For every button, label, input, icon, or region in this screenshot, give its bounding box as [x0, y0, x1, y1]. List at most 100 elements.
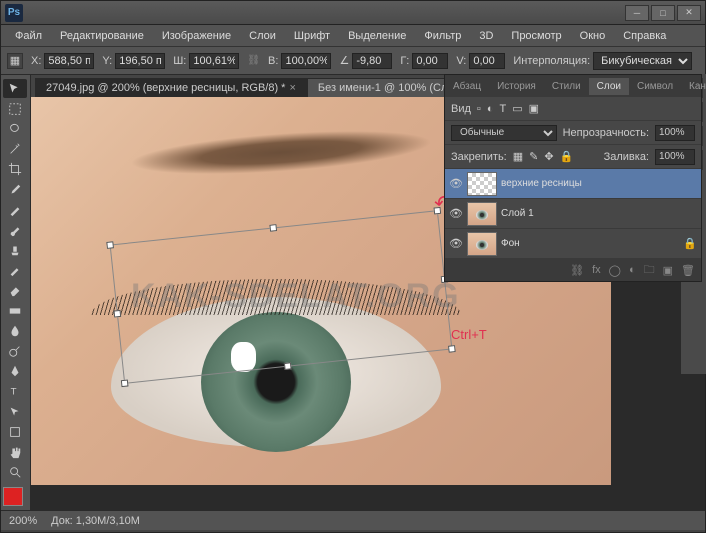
layer-name[interactable]: Фон [501, 238, 679, 249]
type-tool[interactable]: T [3, 382, 27, 401]
menu-window[interactable]: Окно [572, 27, 614, 45]
filter-adjust-icon[interactable]: ◐ [487, 103, 494, 115]
w-label: Ш: [173, 55, 186, 67]
window-minimize-button[interactable]: ─ [625, 5, 649, 21]
layers-list: 👁 верхние ресницы 👁 Слой 1 👁 Фон 🔒 [445, 169, 701, 259]
fx-icon[interactable]: fx [592, 264, 601, 276]
zoom-level[interactable]: 200% [9, 515, 37, 527]
reference-point-icon[interactable]: ▦ [7, 53, 23, 69]
filter-pixel-icon[interactable]: ▫ [477, 103, 481, 115]
transform-handle-tl[interactable] [106, 241, 114, 249]
lock-transparency-icon[interactable]: ▦ [513, 150, 523, 163]
blend-mode-select[interactable]: Обычные [451, 125, 557, 141]
group-icon[interactable]: 🗀 [644, 261, 655, 280]
layer-row[interactable]: 👁 Слой 1 [445, 199, 701, 229]
angle-input[interactable] [352, 53, 392, 69]
adjustment-layer-icon[interactable]: ◐ [629, 264, 636, 276]
panel-tab-paragraph[interactable]: Абзац [445, 78, 489, 95]
vskew-label: V: [456, 55, 466, 67]
menu-edit[interactable]: Редактирование [52, 27, 152, 45]
document-tab-1[interactable]: 27049.jpg @ 200% (верхние ресницы, RGB/8… [35, 78, 307, 97]
lock-position-icon[interactable]: ✥ [544, 150, 553, 163]
menu-layers[interactable]: Слои [241, 27, 284, 45]
eyedropper-tool[interactable] [3, 180, 27, 199]
x-label: X: [31, 55, 41, 67]
panel-tab-history[interactable]: История [489, 78, 544, 95]
menu-select[interactable]: Выделение [340, 27, 414, 45]
pen-tool[interactable] [3, 362, 27, 381]
layer-name[interactable]: верхние ресницы [501, 178, 697, 189]
transform-handle-br[interactable] [448, 345, 456, 353]
brush-tool[interactable] [3, 220, 27, 239]
new-layer-icon[interactable]: ▣ [663, 264, 673, 277]
panel-tab-channels[interactable]: Каналы [681, 78, 706, 95]
menubar: Файл Редактирование Изображение Слои Шри… [1, 25, 705, 47]
clone-stamp-tool[interactable] [3, 241, 27, 260]
lock-all-icon[interactable]: 🔒 [560, 150, 574, 163]
filter-type-icon[interactable]: T [499, 103, 506, 115]
hand-tool[interactable] [3, 442, 27, 461]
layer-visibility-icon[interactable]: 👁 [449, 237, 463, 251]
healing-brush-tool[interactable] [3, 200, 27, 219]
menu-file[interactable]: Файл [7, 27, 50, 45]
panel-tab-character[interactable]: Символ [629, 78, 681, 95]
shape-tool[interactable] [3, 422, 27, 441]
layer-visibility-icon[interactable]: 👁 [449, 177, 463, 191]
panel-tab-styles[interactable]: Стили [544, 78, 589, 95]
delete-layer-icon[interactable]: 🗑 [681, 264, 695, 277]
filter-smart-icon[interactable]: ▣ [529, 102, 539, 115]
h-input[interactable] [281, 53, 331, 69]
layer-kind-label: Вид [451, 103, 471, 115]
lock-pixels-icon[interactable]: ✎ [529, 150, 538, 163]
menu-image[interactable]: Изображение [154, 27, 239, 45]
dodge-tool[interactable] [3, 341, 27, 360]
interpolation-select[interactable]: Бикубическая [593, 52, 692, 70]
link-layers-icon[interactable]: ⛓ [570, 264, 584, 277]
layer-thumbnail[interactable] [467, 202, 497, 226]
panel-tab-layers[interactable]: Слои [589, 78, 629, 95]
opacity-input[interactable] [655, 125, 695, 141]
menu-type[interactable]: Шрифт [286, 27, 338, 45]
layer-thumbnail[interactable] [467, 232, 497, 256]
magic-wand-tool[interactable] [3, 140, 27, 159]
path-selection-tool[interactable] [3, 402, 27, 421]
filter-shape-icon[interactable]: ▭ [512, 102, 522, 115]
window-maximize-button[interactable]: □ [651, 5, 675, 21]
panel-tabs: Абзац История Стили Слои Символ Каналы [445, 75, 701, 97]
titlebar: Ps ─ □ ✕ [1, 1, 705, 25]
menu-view[interactable]: Просмотр [503, 27, 569, 45]
transform-handle-tr[interactable] [433, 207, 441, 215]
vskew-input[interactable] [469, 53, 505, 69]
hskew-input[interactable] [412, 53, 448, 69]
y-input[interactable] [115, 53, 165, 69]
h-label: В: [268, 55, 278, 67]
marquee-tool[interactable] [3, 99, 27, 118]
zoom-tool[interactable] [3, 463, 27, 482]
close-tab-icon[interactable]: × [289, 82, 295, 94]
eraser-tool[interactable] [3, 281, 27, 300]
image-eyebrow [90, 112, 473, 193]
menu-3d[interactable]: 3D [471, 27, 501, 45]
transform-handle-tm[interactable] [269, 224, 277, 232]
window-close-button[interactable]: ✕ [677, 5, 701, 21]
link-wh-icon[interactable]: ⛓ [247, 55, 260, 66]
layer-row[interactable]: 👁 верхние ресницы [445, 169, 701, 199]
history-brush-tool[interactable] [3, 261, 27, 280]
lasso-tool[interactable] [3, 119, 27, 138]
foreground-color-swatch[interactable] [3, 487, 23, 506]
layer-mask-icon[interactable]: ◯ [609, 264, 621, 277]
w-input[interactable] [189, 53, 239, 69]
layer-row[interactable]: 👁 Фон 🔒 [445, 229, 701, 259]
gradient-tool[interactable] [3, 301, 27, 320]
layer-visibility-icon[interactable]: 👁 [449, 207, 463, 221]
move-tool[interactable] [3, 79, 27, 98]
lock-icon: 🔒 [683, 237, 697, 250]
layer-name[interactable]: Слой 1 [501, 208, 697, 219]
crop-tool[interactable] [3, 160, 27, 179]
menu-filter[interactable]: Фильтр [416, 27, 469, 45]
x-input[interactable] [44, 53, 94, 69]
fill-input[interactable] [655, 149, 695, 165]
layer-thumbnail[interactable] [467, 172, 497, 196]
menu-help[interactable]: Справка [615, 27, 674, 45]
blur-tool[interactable] [3, 321, 27, 340]
